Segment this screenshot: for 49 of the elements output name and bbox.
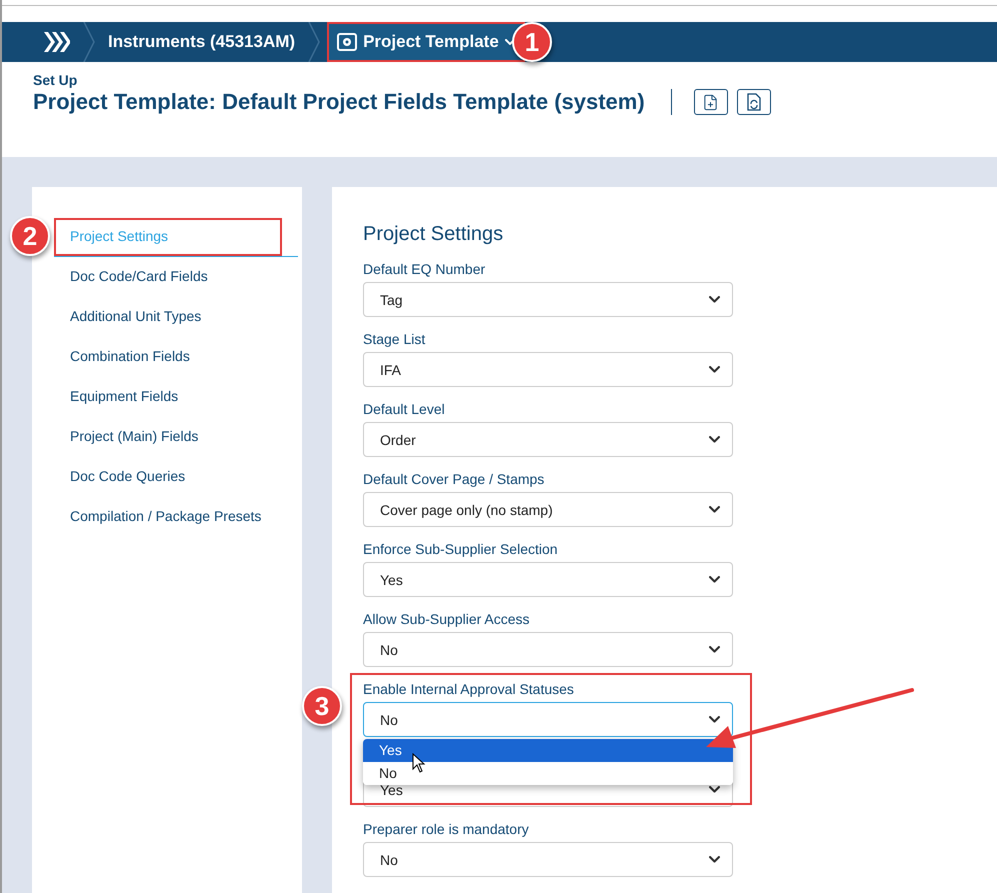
field-label: Default EQ Number	[363, 260, 486, 278]
caret-icon	[709, 296, 720, 303]
settings-title: Project Settings	[363, 222, 504, 247]
select-field[interactable]: No	[363, 702, 733, 737]
chevrons-icon	[44, 32, 70, 52]
field-label: Default Cover Page / Stamps	[363, 470, 546, 488]
select-field[interactable]: Tag	[363, 282, 733, 317]
caret-icon	[709, 576, 720, 583]
select-field[interactable]: Order	[363, 422, 733, 457]
page-title: Project Template: Default Project Fields Template (system)	[33, 89, 645, 115]
sidebar-item[interactable]: Project (Main) Fields	[54, 417, 298, 457]
breadcrumb-dropdown[interactable]: Project Template	[327, 22, 525, 62]
caret-icon	[504, 39, 515, 45]
sidebar-item[interactable]: Combination Fields	[54, 337, 298, 377]
caret-icon	[709, 716, 720, 723]
gear-icon	[337, 33, 358, 51]
select-field[interactable]: No	[363, 842, 733, 877]
caret-icon	[709, 786, 720, 793]
field-label: Preparer role is mandatory	[363, 820, 530, 838]
cursor-icon	[412, 753, 426, 773]
caret-icon	[709, 506, 720, 513]
breadcrumb-separator	[82, 22, 96, 62]
dropdown-option[interactable]: Yes	[363, 739, 733, 762]
select-field[interactable]: Yes	[363, 562, 733, 597]
field-label: Default Level	[363, 400, 446, 418]
caret-icon	[709, 436, 720, 443]
add-file-button[interactable]	[694, 89, 728, 115]
section-label: Set Up	[33, 72, 78, 88]
select-field[interactable]: Cover page only (no stamp)	[363, 492, 733, 527]
field-label: Enforce Sub-Supplier Selection	[363, 540, 559, 558]
file-plus-icon	[702, 94, 720, 110]
caret-icon	[709, 646, 720, 653]
sidebar-item[interactable]: Equipment Fields	[54, 377, 298, 417]
caret-icon	[709, 366, 720, 373]
sidebar-item[interactable]: Compilation / Package Presets	[54, 497, 298, 537]
select-field[interactable]: IFA	[363, 352, 733, 387]
refresh-file-button[interactable]	[736, 89, 771, 115]
breadcrumb-link[interactable]: Instruments (45313AM)	[96, 22, 308, 62]
dropdown-option[interactable]: No	[363, 762, 733, 785]
sidebar-item[interactable]: Doc Code Queries	[54, 457, 298, 497]
file-refresh-icon	[746, 93, 762, 111]
field-label: Enable Internal Approval Statuses	[363, 680, 575, 698]
sidebar-item[interactable]: Additional Unit Types	[54, 297, 298, 337]
field-label: Stage List	[363, 330, 426, 348]
select-field[interactable]: No	[363, 632, 733, 667]
breadcrumb-separator	[307, 22, 322, 62]
field-label: Allow Sub-Supplier Access	[363, 610, 531, 628]
caret-icon	[709, 856, 720, 863]
sidebar-item[interactable]: Doc Code/Card Fields	[54, 257, 298, 297]
